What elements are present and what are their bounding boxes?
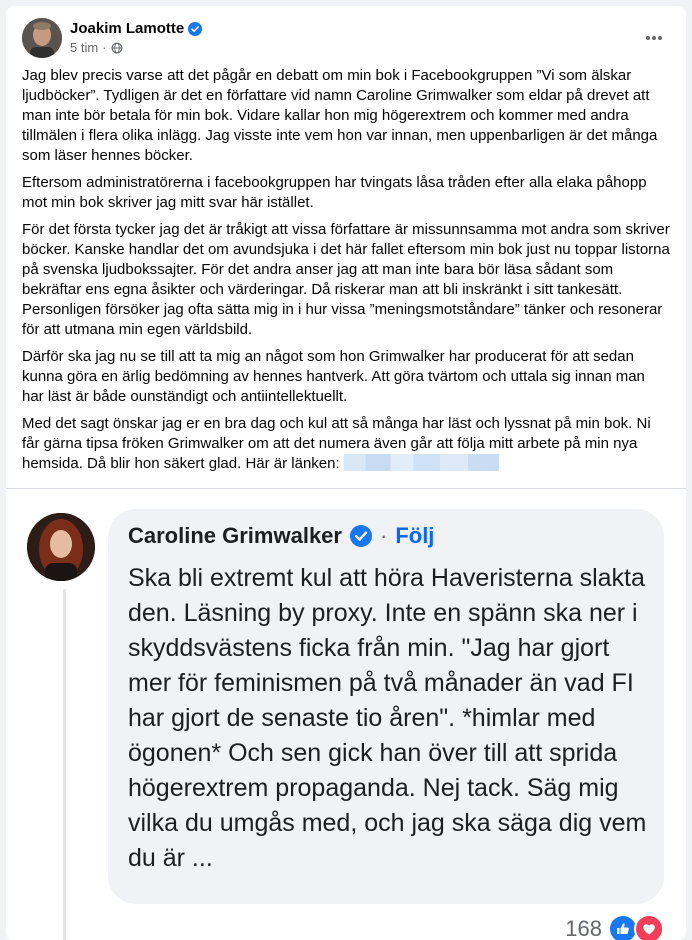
post-paragraph: Därför ska jag nu se till att ta mig an … — [22, 348, 645, 405]
love-icon — [634, 914, 664, 940]
follow-button[interactable]: Följ — [395, 523, 434, 549]
comment-header: Caroline Grimwalker · Följ — [128, 523, 434, 549]
author-name[interactable]: Joakim Lamotte — [70, 20, 184, 37]
more-options-button[interactable] — [638, 22, 670, 54]
reaction-count: 168 — [565, 916, 602, 940]
comment-separator: · — [379, 523, 388, 548]
author-avatar[interactable] — [22, 18, 62, 58]
author-line: Joakim Lamotte — [70, 20, 203, 37]
verified-badge-icon — [349, 525, 372, 547]
globe-icon[interactable] — [111, 42, 123, 54]
post-paragraph-last: Med det sagt önskar jag er en bra dag oc… — [22, 414, 670, 474]
post-body: Jag blev precis varse att det pågår en d… — [22, 66, 670, 481]
post-card: Joakim Lamotte 5 tim · Jag blev precis v… — [6, 6, 686, 940]
reaction-icons — [608, 914, 666, 940]
post-paragraph-text: Med det sagt önskar jag er en bra dag oc… — [22, 415, 651, 472]
meta-separator: · — [102, 40, 107, 55]
thread-line — [63, 589, 66, 940]
author-avatar-image — [22, 18, 62, 58]
post-paragraph: Jag blev precis varse att det pågår en d… — [22, 67, 658, 164]
comment-text: Ska bli extremt kul att höra Haveristern… — [128, 564, 647, 872]
commenter-avatar-image — [27, 513, 95, 581]
post-paragraph: För det första tycker jag det är tråkigt… — [22, 221, 670, 338]
post-paragraph: Eftersom administratörerna i facebookgru… — [22, 174, 647, 211]
commenter-name[interactable]: Caroline Grimwalker — [128, 523, 342, 549]
post-header: Joakim Lamotte 5 tim · — [22, 18, 670, 66]
comment-bubble: Caroline Grimwalker · Följ Ska bli extre… — [108, 509, 664, 904]
commenter-avatar[interactable] — [27, 513, 95, 581]
blurred-link[interactable] — [343, 454, 499, 471]
reaction-summary[interactable]: 168 — [565, 914, 666, 940]
embedded-comment-image: Caroline Grimwalker · Följ Ska bli extre… — [6, 489, 686, 940]
verified-badge-icon — [188, 21, 203, 36]
post-meta: 5 tim · — [70, 40, 123, 55]
post-timestamp[interactable]: 5 tim — [70, 40, 98, 55]
more-options-icon — [646, 36, 662, 40]
